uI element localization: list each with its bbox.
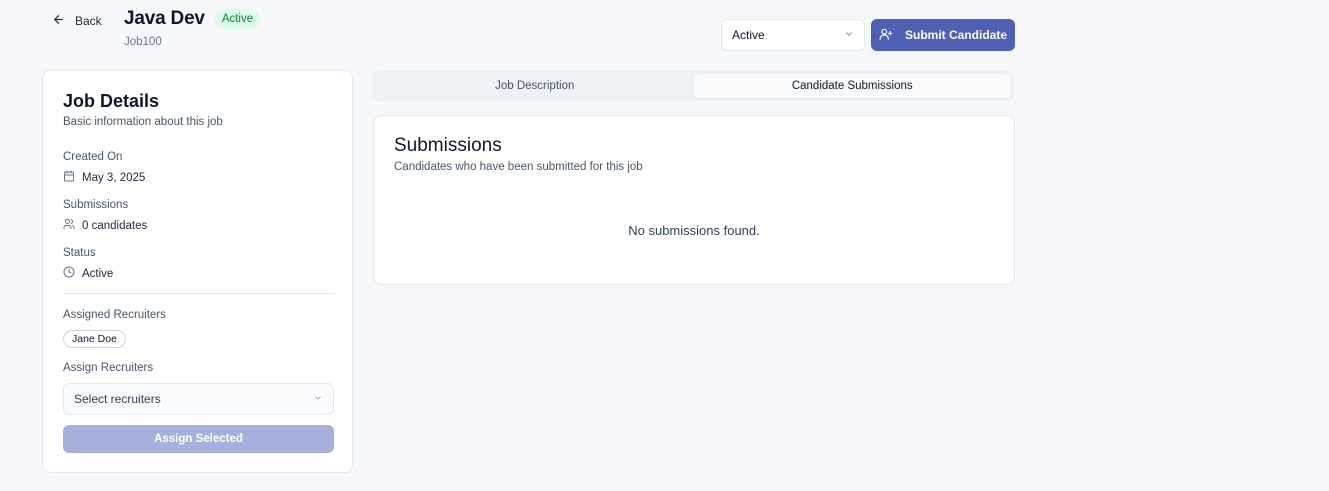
tab-job-description[interactable]: Job Description xyxy=(376,74,694,98)
created-on-date: May 3, 2025 xyxy=(82,171,146,184)
assign-selected-button[interactable]: Assign Selected xyxy=(63,425,334,453)
users-icon xyxy=(63,218,75,233)
tab-candidate-submissions[interactable]: Candidate Submissions xyxy=(693,74,1011,98)
submit-candidate-label: Submit Candidate xyxy=(904,28,1007,42)
submissions-count: 0 candidates xyxy=(82,219,148,232)
job-id: Job100 xyxy=(124,36,162,48)
job-header: Java Dev Active Job100 xyxy=(124,8,261,48)
submit-candidate-button[interactable]: Submit Candidate xyxy=(871,19,1015,51)
job-details-card: Job Details Basic information about this… xyxy=(42,70,353,473)
user-plus-icon xyxy=(879,27,893,44)
status-value: Active xyxy=(63,266,113,281)
recruiter-chip: Jane Doe xyxy=(63,330,126,348)
submissions-value: 0 candidates xyxy=(63,218,147,233)
status-text: Active xyxy=(82,267,114,280)
calendar-icon xyxy=(63,170,75,185)
job-details-subtitle: Basic information about this job xyxy=(63,116,223,128)
back-button[interactable]: Back xyxy=(52,12,102,30)
submissions-card: Submissions Candidates who have been sub… xyxy=(373,115,1015,285)
clock-icon xyxy=(63,266,75,281)
job-status-select[interactable]: Active xyxy=(721,19,865,51)
page-title: Java Dev xyxy=(124,8,205,29)
tab-list: Job Description Candidate Submissions xyxy=(373,71,1014,101)
job-detail-page: Back Java Dev Active Job100 Active Submi… xyxy=(0,0,1329,491)
chevron-down-icon xyxy=(313,392,323,406)
back-label: Back xyxy=(75,14,102,28)
recruiter-select[interactable]: Select recruiters xyxy=(63,383,334,415)
job-details-title: Job Details xyxy=(63,91,160,111)
submissions-subtitle: Candidates who have been submitted for t… xyxy=(394,161,643,173)
empty-state-message: No submissions found. xyxy=(628,223,760,238)
arrow-left-icon xyxy=(52,13,65,29)
job-status-select-value: Active xyxy=(732,28,765,42)
submissions-label: Submissions xyxy=(63,199,129,211)
submissions-title: Submissions xyxy=(394,135,502,156)
chevron-down-icon xyxy=(844,28,854,42)
assign-recruiters-label: Assign Recruiters xyxy=(63,362,154,374)
assigned-recruiters-label: Assigned Recruiters xyxy=(63,309,166,321)
recruiter-select-placeholder: Select recruiters xyxy=(74,392,161,406)
status-label: Status xyxy=(63,247,96,259)
created-on-label: Created On xyxy=(63,151,123,163)
status-badge: Active xyxy=(214,9,261,29)
divider xyxy=(63,293,335,294)
created-on-value: May 3, 2025 xyxy=(63,170,145,185)
